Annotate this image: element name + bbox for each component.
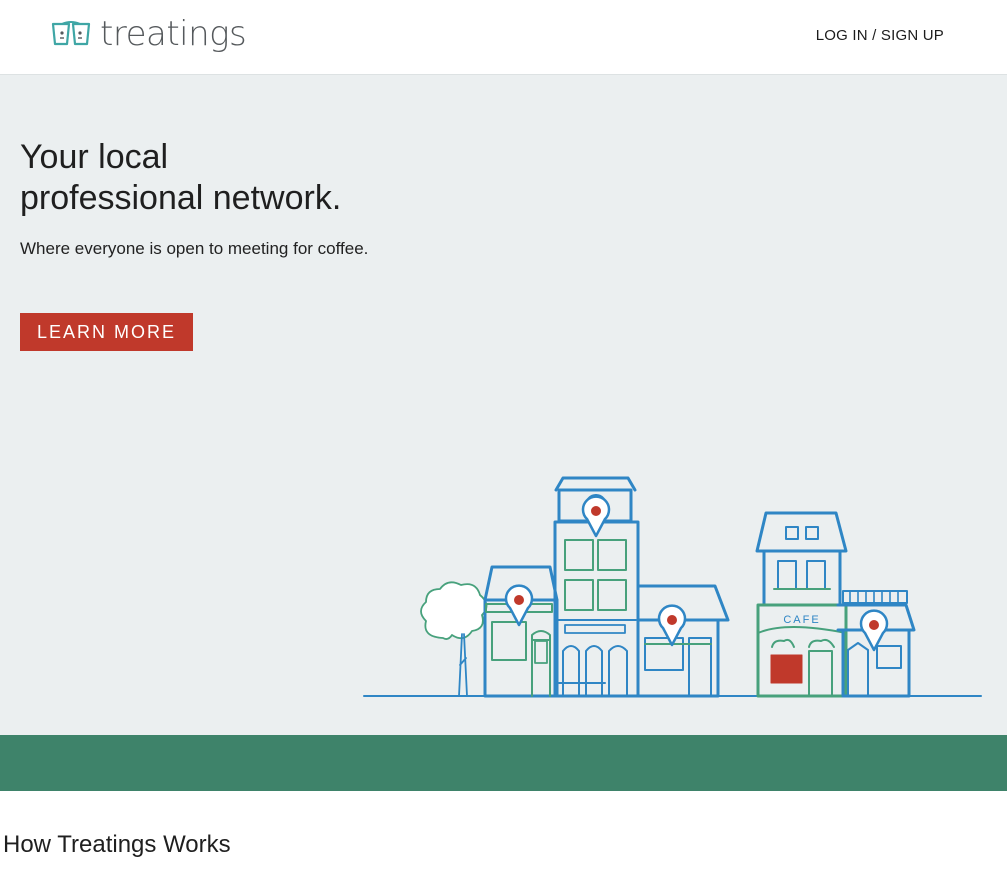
tree-icon: [420, 581, 488, 697]
brand-name: treatings: [100, 14, 247, 54]
town-illustration: CAFE: [363, 476, 982, 698]
hero-title-line-1: Your local: [20, 138, 169, 176]
brand-logo[interactable]: treatings: [50, 14, 247, 54]
site-header: treatings LOG IN / SIGN UP: [0, 0, 1007, 75]
building-cafe: CAFE: [755, 511, 848, 698]
location-pin-icon: [657, 604, 687, 647]
hero-title-line-2: professional network.: [20, 179, 342, 217]
green-band: [0, 735, 1007, 791]
login-signup-link[interactable]: LOG IN / SIGN UP: [816, 27, 944, 44]
location-pin-icon: [859, 609, 889, 652]
how-it-works-title: How Treatings Works: [3, 831, 231, 858]
cafe-sign: CAFE: [783, 614, 820, 626]
hero-title: Your local professional network.: [20, 137, 440, 219]
location-pin-icon: [504, 584, 534, 627]
coffee-cups-icon: [51, 21, 91, 46]
hero-subtitle: Where everyone is open to meeting for co…: [20, 239, 369, 258]
learn-more-button[interactable]: LEARN MORE: [20, 313, 193, 351]
hero-section: Your local professional network. Where e…: [0, 75, 1007, 735]
building-awning: [636, 584, 730, 698]
location-pin-icon: [581, 495, 611, 538]
